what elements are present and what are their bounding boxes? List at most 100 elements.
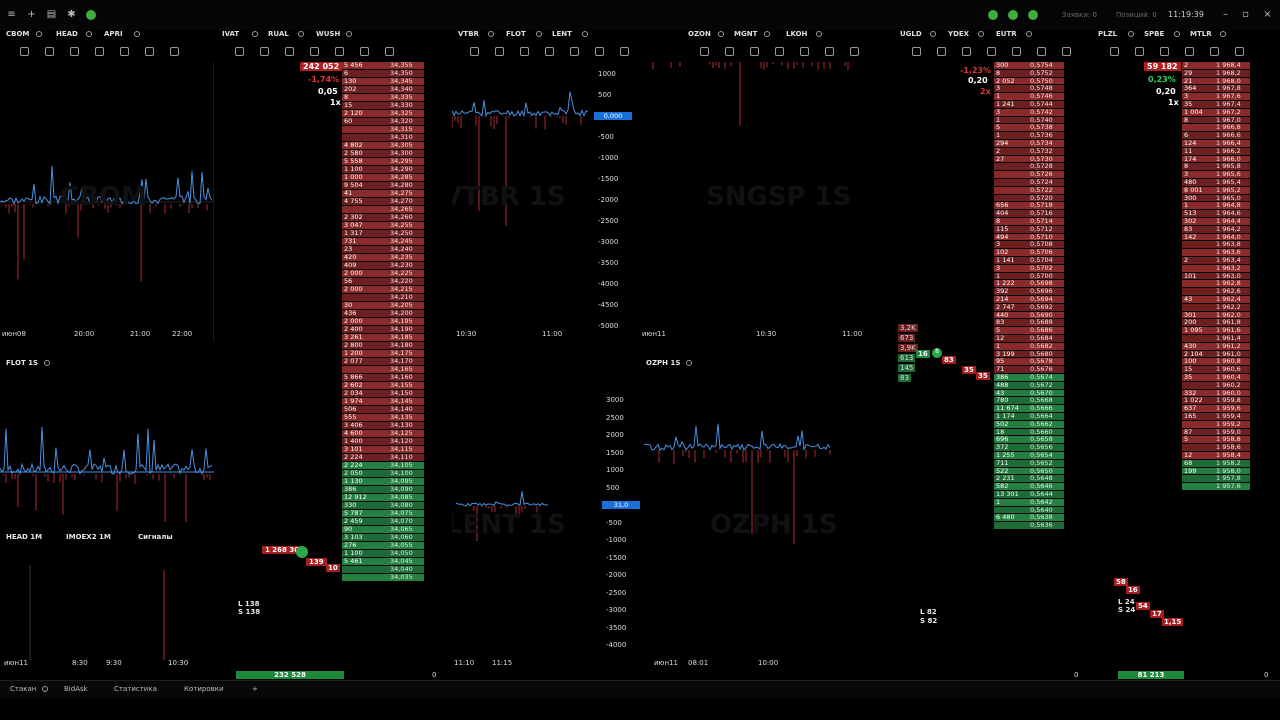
toolbar-tool-icon[interactable] bbox=[1210, 47, 1219, 56]
tab-ivat[interactable]: IVAT bbox=[222, 30, 239, 38]
tab-ozon[interactable]: OZON bbox=[688, 30, 711, 38]
orderbook-row[interactable]: 1 963,2 bbox=[1090, 264, 1280, 272]
tab-link-icon[interactable] bbox=[298, 31, 304, 37]
orderbook-row[interactable]: 13 301 0,5644 bbox=[894, 491, 1088, 498]
toolbar-tool-icon[interactable] bbox=[310, 47, 319, 56]
orderbook-row[interactable]: 23 34,240 bbox=[216, 246, 448, 253]
orderbook-row[interactable]: 1 317 34,250 bbox=[216, 230, 448, 237]
orderbook-row[interactable]: 696 0,5658 bbox=[894, 436, 1088, 444]
tab-ugld[interactable]: UGLD bbox=[900, 30, 922, 38]
orderbook-row[interactable]: 11 674 0,5666 bbox=[894, 405, 1088, 412]
toolbar-tool-icon[interactable] bbox=[1185, 47, 1194, 56]
orderbook-row[interactable]: 2 231 0,5648 bbox=[894, 475, 1088, 483]
tab-flot[interactable]: FLOT bbox=[506, 30, 526, 38]
orderbook-row[interactable]: 4 600 34,125 bbox=[216, 430, 448, 437]
orderbook-row[interactable]: 0,5724 bbox=[894, 179, 1088, 186]
orderbook-row[interactable]: 214 0,5694 bbox=[894, 296, 1088, 303]
orderbook-row[interactable]: 2 302 34,260 bbox=[216, 214, 448, 221]
tab-link-icon[interactable] bbox=[134, 31, 140, 37]
tab-link-icon[interactable] bbox=[536, 31, 542, 37]
orderbook-row[interactable]: 2 224 34,105 bbox=[216, 462, 448, 469]
orderbook-row[interactable]: 5 787 34,075 bbox=[216, 510, 448, 517]
toolbar-tool-icon[interactable] bbox=[750, 47, 759, 56]
tab-link-icon[interactable] bbox=[764, 31, 770, 37]
orderbook-row[interactable]: 18 0,5660 bbox=[894, 428, 1088, 436]
tab-plzl[interactable]: PLZL bbox=[1098, 30, 1117, 38]
toolbar-tool-icon[interactable] bbox=[235, 47, 244, 56]
orderbook-row[interactable]: 30 34,205 bbox=[216, 302, 448, 309]
toolbar-tool-icon[interactable] bbox=[1062, 47, 1071, 56]
orderbook-row[interactable]: 1 222 0,5698 bbox=[894, 280, 1088, 288]
ivat-orderbook[interactable]: 5 456 34,355 6 34,350 130 34,345 202 34,340 8 34,… bbox=[216, 62, 448, 679]
orderbook-row[interactable]: 43 0,5670 bbox=[894, 389, 1088, 397]
toolbar-tool-icon[interactable] bbox=[95, 47, 104, 56]
tab-spbe[interactable]: SPBE bbox=[1144, 30, 1164, 38]
orderbook-row[interactable]: 1 959,2 bbox=[1090, 420, 1280, 428]
tab-apri[interactable]: APRI bbox=[104, 30, 123, 38]
orderbook-row[interactable]: 3 0,5742 bbox=[894, 108, 1088, 116]
orderbook-row[interactable]: 1 200 34,175 bbox=[216, 350, 448, 357]
tab-lent[interactable]: LENT bbox=[552, 30, 572, 38]
orderbook-row[interactable]: 115 0,5712 bbox=[894, 225, 1088, 233]
orderbook-row[interactable]: 60 34,320 bbox=[216, 118, 448, 125]
orderbook-settings-icon[interactable] bbox=[42, 686, 48, 692]
orderbook-row[interactable]: 3 0,5708 bbox=[894, 241, 1088, 249]
orderbook-row[interactable]: 1 961,4 bbox=[1090, 335, 1280, 342]
toolbar-tool-icon[interactable] bbox=[120, 47, 129, 56]
orderbook-row[interactable]: 3 261 34,185 bbox=[216, 334, 448, 341]
orderbook-row[interactable]: 81 967,0 bbox=[1090, 116, 1280, 124]
orderbook-row[interactable]: 0,5722 bbox=[894, 186, 1088, 194]
tab-wush[interactable]: WUSH bbox=[316, 30, 340, 38]
orderbook-row[interactable]: 27 0,5730 bbox=[894, 155, 1088, 163]
orderbook-row[interactable]: 656 0,5718 bbox=[894, 202, 1088, 210]
imoex2-1m-tab[interactable]: IMOEX2 1M bbox=[66, 533, 111, 541]
eutr-orderbook[interactable]: 300 0,5754 8 0,5752 2 052 0,5750 3 0,5748 1 0,574… bbox=[894, 62, 1088, 679]
orderbook-row[interactable]: 2 400 34,190 bbox=[216, 326, 448, 333]
tab-ydex[interactable]: YDEX bbox=[948, 30, 969, 38]
orderbook-row[interactable]: 0,5640 bbox=[894, 506, 1088, 514]
tab-link-icon[interactable] bbox=[930, 31, 936, 37]
mtlr-orderbook[interactable]: 21 968,4 29 1 968,2 21 1 968,0 364 1 967,8 3 1 9… bbox=[1090, 62, 1280, 679]
orderbook-row[interactable]: 420 34,235 bbox=[216, 254, 448, 261]
tab-statistics[interactable]: Статистика bbox=[114, 685, 157, 693]
orderbook-row[interactable]: 404 0,5716 bbox=[894, 210, 1088, 217]
tab-mgnt[interactable]: MGNT bbox=[734, 30, 757, 38]
orderbook-row[interactable]: 1 960,2 bbox=[1090, 381, 1280, 389]
toolbar-tool-icon[interactable] bbox=[1037, 47, 1046, 56]
orderbook-row[interactable]: 1 0,5682 bbox=[894, 342, 1088, 350]
tab-orderbook[interactable]: Стакан bbox=[10, 685, 36, 693]
orderbook-row[interactable]: 480 1 965,4 bbox=[1090, 179, 1280, 186]
toolbar-tool-icon[interactable] bbox=[520, 47, 529, 56]
orderbook-row[interactable]: 5 866 34,160 bbox=[216, 374, 448, 381]
orderbook-row[interactable]: 488 0,5672 bbox=[894, 381, 1088, 389]
orderbook-row[interactable]: 2 580 34,300 bbox=[216, 150, 448, 157]
toolbar-tool-icon[interactable] bbox=[725, 47, 734, 56]
orderbook-row[interactable]: 11 1 966,2 bbox=[1090, 147, 1280, 155]
orderbook-row[interactable]: 8 001 1 965,2 bbox=[1090, 186, 1280, 194]
flot-panel-title[interactable]: FLOT 1S bbox=[6, 359, 38, 367]
orderbook-row[interactable]: 4 755 34,270 bbox=[216, 198, 448, 205]
toolbar-tool-icon[interactable] bbox=[825, 47, 834, 56]
orderbook-row[interactable]: 294 0,5734 bbox=[894, 140, 1088, 147]
orderbook-row[interactable]: 1 962,2 bbox=[1090, 303, 1280, 311]
orderbook-row[interactable]: 3 047 34,255 bbox=[216, 222, 448, 229]
flot-link-icon[interactable] bbox=[44, 360, 50, 366]
orderbook-row[interactable]: 101 1 963,0 bbox=[1090, 272, 1280, 280]
toolbar-tool-icon[interactable] bbox=[595, 47, 604, 56]
tab-bidask[interactable]: BidAsk bbox=[64, 685, 88, 693]
toolbar-tool-icon[interactable] bbox=[360, 47, 369, 56]
orderbook-row[interactable]: 1 004 1 967,2 bbox=[1090, 108, 1280, 116]
orderbook-row[interactable]: 34,265 bbox=[216, 206, 448, 213]
orderbook-row[interactable]: 1 241 0,5744 bbox=[894, 101, 1088, 108]
orderbook-row[interactable]: 1 962,8 bbox=[1090, 280, 1280, 288]
orderbook-row[interactable]: 3 406 34,130 bbox=[216, 422, 448, 429]
orderbook-row[interactable]: 3 0,5748 bbox=[894, 85, 1088, 93]
orderbook-row[interactable]: 29 1 968,2 bbox=[1090, 69, 1280, 77]
orderbook-row[interactable]: 2 1 968,4 bbox=[1090, 62, 1280, 69]
connection-icon[interactable] bbox=[86, 10, 96, 20]
tab-quotes[interactable]: Котировки bbox=[184, 685, 224, 693]
orderbook-row[interactable]: 1 255 0,5654 bbox=[894, 452, 1088, 459]
toolbar-tool-icon[interactable] bbox=[700, 47, 709, 56]
orderbook-row[interactable]: 440 0,5690 bbox=[894, 311, 1088, 319]
orderbook-row[interactable]: 1 974 34,145 bbox=[216, 398, 448, 405]
